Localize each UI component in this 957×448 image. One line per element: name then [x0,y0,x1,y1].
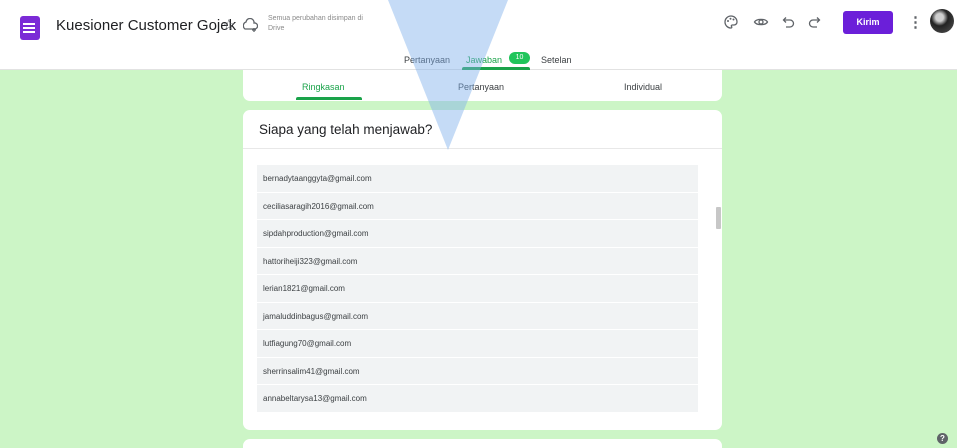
palette-icon[interactable] [722,14,740,32]
respondents-card: Siapa yang telah menjawab? bernadytaangg… [243,110,722,430]
list-item: hattoriheiji323@gmail.com [257,247,698,275]
list-item: ceciliasaragih2016@gmail.com [257,192,698,220]
document-title[interactable]: Kuesioner Customer Gojek [56,17,236,34]
next-card [243,439,722,448]
list-item: annabeltarysa13@gmail.com [257,385,698,413]
more-vert-icon[interactable]: ⋮ [908,13,923,31]
list-item: sherrinsalim41@gmail.com [257,357,698,385]
list-item: bernadytaanggyta@gmail.com [257,165,698,193]
respondents-list[interactable]: bernadytaanggyta@gmail.com ceciliasaragi… [257,165,698,413]
list-item: lerian1821@gmail.com [257,275,698,303]
tab-settings[interactable]: Setelan [541,55,572,65]
avatar[interactable] [930,9,954,33]
forms-icon[interactable] [20,16,40,40]
tab-individual[interactable]: Individual [624,82,662,92]
list-item: lutfiagung70@gmail.com [257,330,698,358]
help-icon[interactable]: ? [937,433,948,444]
scrollbar-thumb[interactable] [716,207,721,229]
summary-tab-indicator [296,97,362,100]
save-status: Semua perubahan disimpan di Drive [268,15,363,32]
list-item: jamaluddinbagus@gmail.com [257,302,698,330]
preview-icon[interactable] [752,14,770,32]
move-to-folder-icon[interactable] [242,17,259,37]
tab-summary[interactable]: Ringkasan [302,82,345,92]
funnel-overlay-icon [388,0,508,150]
list-item: sipdahproduction@gmail.com [257,220,698,248]
redo-icon[interactable] [806,14,824,32]
star-icon[interactable]: ☆ [222,18,235,34]
send-button[interactable]: Kirim [843,11,893,34]
responses-count-badge: 10 [509,52,530,64]
undo-icon[interactable] [779,14,797,32]
